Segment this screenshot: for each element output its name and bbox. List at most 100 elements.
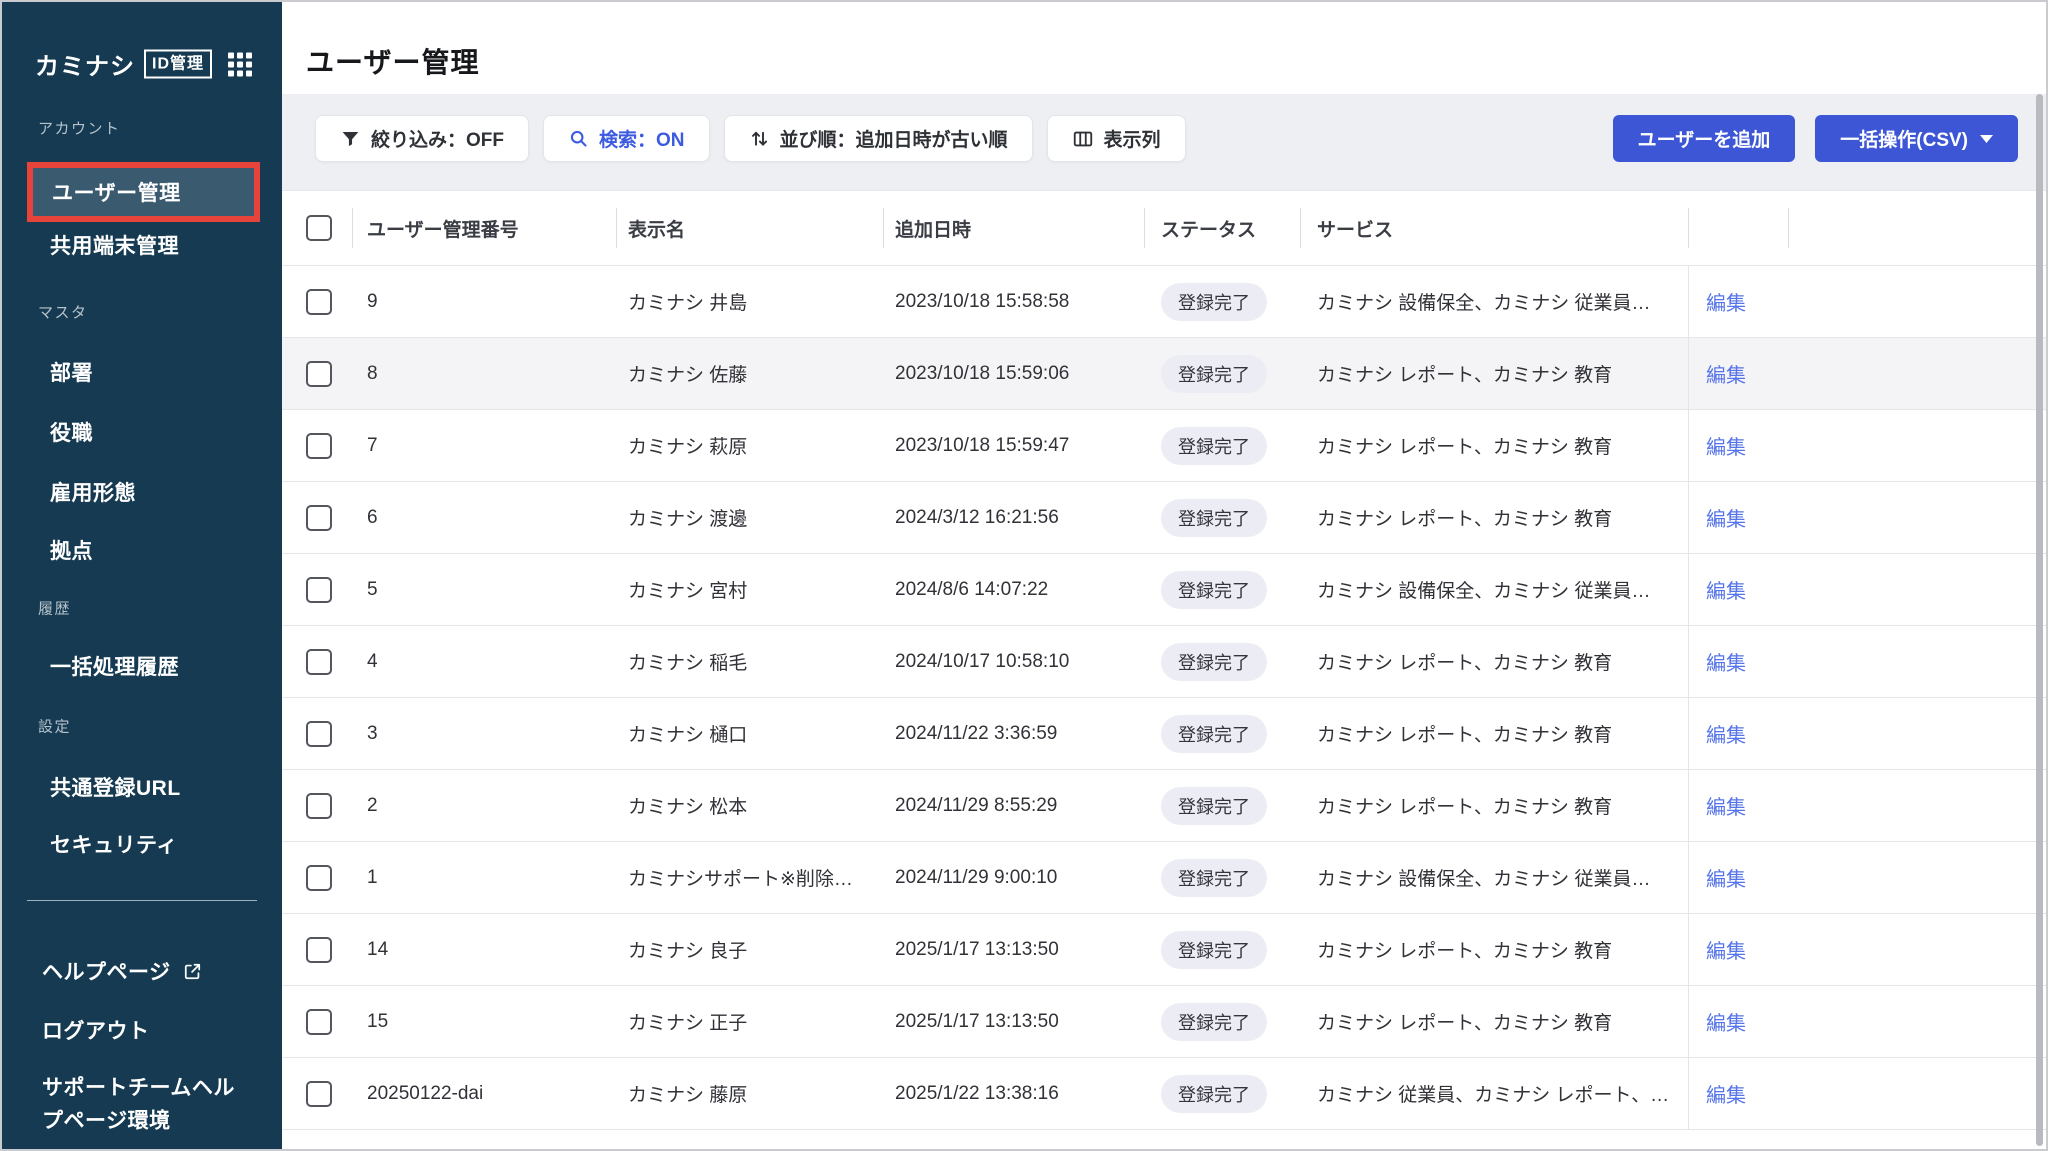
cell-status: 登録完了 [1144, 770, 1300, 841]
sidebar-item[interactable]: セキュリティ [50, 829, 178, 859]
row-checkbox-cell [282, 986, 352, 1057]
cell-status: 登録完了 [1144, 626, 1300, 697]
row-checkbox[interactable] [306, 289, 332, 315]
header-status[interactable]: ステータス [1144, 191, 1300, 265]
cell-status: 登録完了 [1144, 554, 1300, 625]
row-checkbox[interactable] [306, 577, 332, 603]
status-badge: 登録完了 [1161, 355, 1267, 393]
row-checkbox[interactable] [306, 937, 332, 963]
row-checkbox-cell [282, 1058, 352, 1129]
cell-spacer [1788, 770, 2046, 841]
row-checkbox[interactable] [306, 1009, 332, 1035]
sidebar-item-logout[interactable]: ログアウト [42, 1015, 150, 1045]
sidebar-item[interactable]: 雇用形態 [50, 477, 136, 507]
logo-text: カミナシ [35, 47, 135, 82]
cell-edit: 編集 [1688, 986, 1788, 1057]
sidebar-item[interactable]: 共用端末管理 [50, 230, 179, 260]
sidebar-item[interactable]: 拠点 [50, 535, 93, 565]
edit-link[interactable]: 編集 [1706, 503, 1746, 532]
status-badge: 登録完了 [1161, 787, 1267, 825]
search-button[interactable]: 検索：ON [543, 115, 710, 162]
edit-link[interactable]: 編集 [1706, 1007, 1746, 1036]
header-user-id[interactable]: ユーザー管理番号 [352, 191, 616, 265]
logout-label: ログアウト [42, 1015, 150, 1045]
header-service[interactable]: サービス [1300, 191, 1688, 265]
sidebar-divider [27, 900, 257, 901]
filter-button[interactable]: 絞り込み：OFF [315, 115, 529, 162]
table-row: 15カミナシ 正子2025/1/17 13:13:50登録完了カミナシ レポート… [282, 986, 2046, 1058]
table-row: 5カミナシ 宮村2024/8/6 14:07:22登録完了カミナシ 設備保全、カ… [282, 554, 2046, 626]
toolbar: 絞り込み：OFF 検索：ON 並び順：追加日時が古い順 表示列 [315, 115, 1186, 162]
cell-status: 登録完了 [1144, 1058, 1300, 1129]
select-all-checkbox[interactable] [306, 215, 332, 241]
edit-link[interactable]: 編集 [1706, 431, 1746, 460]
sidebar-item-active[interactable]: ユーザー管理 [27, 162, 260, 222]
apps-grid-icon[interactable] [228, 52, 252, 76]
title-band: ユーザー管理 [282, 2, 2046, 94]
cell-spacer [1788, 338, 2046, 409]
cell-spacer [1788, 914, 2046, 985]
edit-link[interactable]: 編集 [1706, 359, 1746, 388]
row-checkbox[interactable] [306, 361, 332, 387]
header-display-name[interactable]: 表示名 [616, 191, 883, 265]
edit-link[interactable]: 編集 [1706, 575, 1746, 604]
row-checkbox-cell [282, 914, 352, 985]
row-checkbox[interactable] [306, 721, 332, 747]
cell-status: 登録完了 [1144, 266, 1300, 337]
add-user-button[interactable]: ユーザーを追加 [1613, 115, 1796, 162]
cell-status: 登録完了 [1144, 698, 1300, 769]
row-checkbox-cell [282, 482, 352, 553]
add-user-button-label: ユーザーを追加 [1638, 125, 1771, 152]
row-checkbox-cell [282, 554, 352, 625]
cell-user-id: 6 [352, 482, 616, 553]
cell-edit: 編集 [1688, 482, 1788, 553]
cell-added-date: 2024/10/17 10:58:10 [883, 626, 1144, 697]
cell-services: カミナシ レポート、カミナシ 教育 [1300, 482, 1688, 553]
edit-link[interactable]: 編集 [1706, 1079, 1746, 1108]
header-added-date[interactable]: 追加日時 [883, 191, 1144, 265]
status-badge: 登録完了 [1161, 427, 1267, 465]
row-checkbox[interactable] [306, 793, 332, 819]
status-badge: 登録完了 [1161, 1003, 1267, 1041]
cell-added-date: 2025/1/22 13:38:16 [883, 1058, 1144, 1129]
bulk-operation-csv-button[interactable]: 一括操作(CSV) [1815, 115, 2018, 162]
edit-link[interactable]: 編集 [1706, 863, 1746, 892]
sidebar-item[interactable]: 一括処理履歴 [50, 651, 179, 681]
edit-link[interactable]: 編集 [1706, 791, 1746, 820]
cell-user-id: 9 [352, 266, 616, 337]
edit-link[interactable]: 編集 [1706, 647, 1746, 676]
columns-button[interactable]: 表示列 [1047, 115, 1186, 162]
cell-edit: 編集 [1688, 410, 1788, 481]
status-badge: 登録完了 [1161, 571, 1267, 609]
search-button-label: 検索：ON [599, 125, 685, 152]
cell-spacer [1788, 626, 2046, 697]
row-checkbox-cell [282, 266, 352, 337]
sidebar-item[interactable]: 部署 [50, 357, 93, 387]
sidebar-section-label: マスタ [38, 302, 88, 323]
main-content: ユーザー管理 絞り込み：OFF 検索：ON 並び順：追加日時が古い順 [282, 2, 2046, 1149]
edit-link[interactable]: 編集 [1706, 935, 1746, 964]
edit-link[interactable]: 編集 [1706, 287, 1746, 316]
sort-order-button[interactable]: 並び順：追加日時が古い順 [724, 115, 1033, 162]
row-checkbox[interactable] [306, 865, 332, 891]
table-row: 1カミナシサポート※削除…2024/11/29 9:00:10登録完了カミナシ … [282, 842, 2046, 914]
header-edit-column [1688, 191, 1788, 265]
cell-user-id: 15 [352, 986, 616, 1057]
sidebar-item-support-env[interactable]: サポートチームヘルプページ環境 [42, 1072, 250, 1137]
row-checkbox[interactable] [306, 433, 332, 459]
cell-user-id: 5 [352, 554, 616, 625]
sidebar-item[interactable]: 共通登録URL [50, 772, 181, 802]
row-checkbox[interactable] [306, 505, 332, 531]
row-checkbox[interactable] [306, 1081, 332, 1107]
sidebar-item[interactable]: 役職 [50, 417, 93, 447]
cell-services: カミナシ レポート、カミナシ 教育 [1300, 410, 1688, 481]
row-checkbox[interactable] [306, 649, 332, 675]
cell-added-date: 2023/10/18 15:59:47 [883, 410, 1144, 481]
cell-added-date: 2024/8/6 14:07:22 [883, 554, 1144, 625]
cell-edit: 編集 [1688, 266, 1788, 337]
row-checkbox-cell [282, 698, 352, 769]
cell-spacer [1788, 986, 2046, 1057]
sidebar-item-help-page[interactable]: ヘルプページ [42, 956, 202, 986]
vertical-scrollbar[interactable] [2036, 94, 2043, 1146]
edit-link[interactable]: 編集 [1706, 719, 1746, 748]
